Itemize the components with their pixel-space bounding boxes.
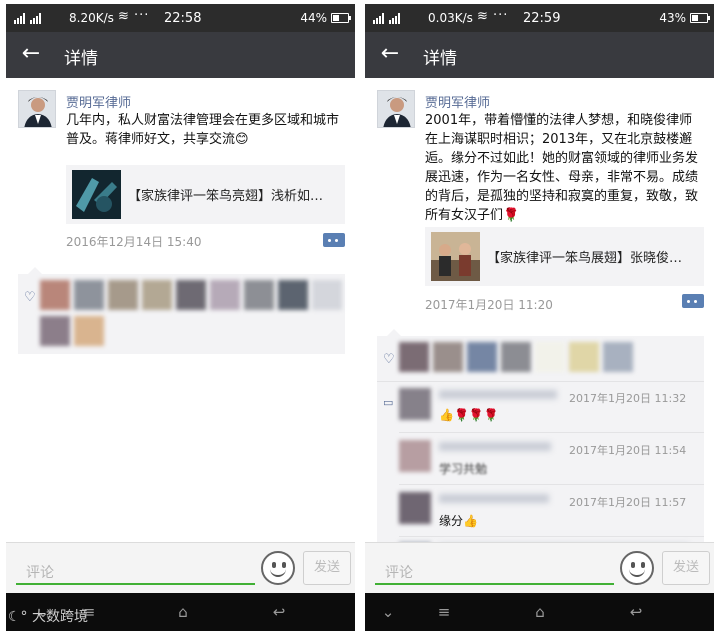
send-button[interactable]: 发送 xyxy=(662,551,710,585)
wifi-icon: ≋ xyxy=(118,9,129,24)
post-text: 几年内，私人财富法律管理会在更多区域和城市普及。蒋律师好文，共享交流😊 xyxy=(66,113,340,147)
more-notifications-icon: ··· xyxy=(493,8,509,23)
heart-icon: ♡ xyxy=(24,290,36,305)
interactions-panel: ♡ ▭ 2017年1月20日 11:32 👍🌹🌹🌹 2017年1月20日 11:… xyxy=(377,329,704,542)
home-icon[interactable]: ⌂ xyxy=(168,601,198,623)
comment-time: 2017年1月20日 11:57 xyxy=(569,496,687,509)
comment-bar: 评论 发送 xyxy=(6,542,355,593)
network-speed: 0.03K/s xyxy=(428,11,473,25)
liker-avatar[interactable] xyxy=(569,342,599,372)
comment-time: 2017年1月20日 11:54 xyxy=(569,444,687,457)
status-bar: 0.03K/s ≋ ··· 22:59 43% xyxy=(365,4,714,32)
liker-avatar[interactable] xyxy=(467,342,497,372)
divider xyxy=(377,381,704,382)
back-button[interactable]: ← xyxy=(377,42,403,68)
watermark: ☾° 大数跨境 xyxy=(8,606,88,626)
comment-icon: ▭ xyxy=(383,396,394,409)
author-name[interactable]: 贾明军律师 xyxy=(425,92,490,111)
moment-post: 贾明军律师 2001年，带着懵懂的法律人梦想，和晓俊律师在上海谋职时相识；201… xyxy=(365,78,714,542)
commenter-name[interactable] xyxy=(439,494,549,503)
liker-avatar[interactable] xyxy=(40,280,70,310)
commenter-name[interactable] xyxy=(439,442,551,451)
system-nav-bar: ⌄ ≡ ⌂ ↩ xyxy=(365,593,714,631)
comment-input[interactable]: 评论 xyxy=(16,553,255,585)
liker-avatar[interactable] xyxy=(535,342,565,372)
status-bar: 8.20K/s ≋ ··· 22:58 44% xyxy=(6,4,355,32)
divider xyxy=(399,536,704,537)
watermark-logo-icon: ☾° xyxy=(8,609,33,625)
return-icon[interactable]: ↩ xyxy=(264,601,294,623)
avatar[interactable] xyxy=(18,90,56,128)
screen-right: 0.03K/s ≋ ··· 22:59 43% ← 详情 贾明军律师 2001年… xyxy=(365,4,714,631)
liker-avatar[interactable] xyxy=(210,280,240,310)
battery-icon xyxy=(331,13,351,23)
watermark-text: 大数跨境 xyxy=(32,609,89,625)
page-title: 详情 xyxy=(423,49,457,69)
battery-percent: 43% xyxy=(659,11,686,25)
page-title: 详情 xyxy=(64,49,98,69)
liker-avatar[interactable] xyxy=(108,280,138,310)
screen-left: 8.20K/s ≋ ··· 22:58 44% ← 详情 贾明军律师 几年内，私… xyxy=(6,4,355,631)
author-name[interactable]: 贾明军律师 xyxy=(66,92,131,111)
liker-avatar[interactable] xyxy=(40,316,70,346)
comment-bar: 评论 发送 xyxy=(365,542,714,593)
more-actions-button[interactable] xyxy=(682,294,704,308)
home-icon[interactable]: ⌂ xyxy=(525,601,555,623)
send-button[interactable]: 发送 xyxy=(303,551,351,585)
post-time: 2016年12月14日 15:40 xyxy=(66,235,202,249)
heart-icon: ♡ xyxy=(383,352,395,367)
liker-avatar[interactable] xyxy=(312,280,342,310)
liker-avatar[interactable] xyxy=(244,280,274,310)
more-notifications-icon: ··· xyxy=(134,8,150,23)
liker-avatar[interactable] xyxy=(603,342,633,372)
link-title: 【家族律评一笨鸟亮翅】浅析如… xyxy=(128,189,324,204)
moment-post: 贾明军律师 几年内，私人财富法律管理会在更多区域和城市普及。蒋律师好文，共享交流… xyxy=(6,78,355,542)
comment-time: 2017年1月20日 11:32 xyxy=(569,392,687,405)
title-bar: ← 详情 xyxy=(365,32,714,78)
commenter-avatar[interactable] xyxy=(399,388,431,420)
commenter-avatar[interactable] xyxy=(399,440,431,472)
shared-link-card[interactable]: 【家族律评一笨鸟展翅】张晓俊… xyxy=(425,227,704,286)
post-text: 2001年，带着懵懂的法律人梦想，和晓俊律师在上海谋职时相识；2013年，又在北… xyxy=(425,113,699,223)
emoji-button[interactable] xyxy=(620,551,654,585)
liker-avatar[interactable] xyxy=(74,280,104,310)
commenter-name[interactable] xyxy=(439,390,557,399)
avatar[interactable] xyxy=(377,90,415,128)
liker-avatar[interactable] xyxy=(501,342,531,372)
wifi-icon: ≋ xyxy=(477,9,488,24)
shared-link-card[interactable]: 【家族律评一笨鸟亮翅】浅析如… xyxy=(66,165,345,224)
likes-panel: ♡ xyxy=(18,267,345,354)
battery-percent: 44% xyxy=(300,11,327,25)
network-speed: 8.20K/s xyxy=(69,11,114,25)
link-thumbnail xyxy=(431,232,480,281)
liker-avatar[interactable] xyxy=(176,280,206,310)
liker-avatar[interactable] xyxy=(433,342,463,372)
clock: 22:58 xyxy=(164,11,202,26)
menu-icon[interactable]: ≡ xyxy=(429,601,459,623)
liker-avatar[interactable] xyxy=(74,316,104,346)
comment-text: 👍🌹🌹🌹 xyxy=(439,408,499,422)
link-thumbnail xyxy=(72,170,121,219)
title-bar: ← 详情 xyxy=(6,32,355,78)
liker-avatar[interactable] xyxy=(278,280,308,310)
comment-text: 学习共勉 xyxy=(439,462,488,476)
more-actions-button[interactable] xyxy=(323,233,345,247)
clock: 22:59 xyxy=(523,11,561,26)
battery-icon xyxy=(690,13,710,23)
comment-text: 缘分👍 xyxy=(439,514,478,528)
signal-icon xyxy=(14,13,41,24)
commenter-avatar[interactable] xyxy=(399,492,431,524)
post-time: 2017年1月20日 11:20 xyxy=(425,298,553,312)
comment-input[interactable]: 评论 xyxy=(375,553,614,585)
link-title: 【家族律评一笨鸟展翅】张晓俊… xyxy=(487,251,683,266)
signal-icon xyxy=(373,13,400,24)
divider xyxy=(399,484,704,485)
return-icon[interactable]: ↩ xyxy=(621,601,651,623)
liker-avatar[interactable] xyxy=(399,342,429,372)
divider xyxy=(399,432,704,433)
emoji-button[interactable] xyxy=(261,551,295,585)
chevron-down-icon[interactable]: ⌄ xyxy=(373,601,403,623)
liker-avatar[interactable] xyxy=(142,280,172,310)
back-button[interactable]: ← xyxy=(18,42,44,68)
